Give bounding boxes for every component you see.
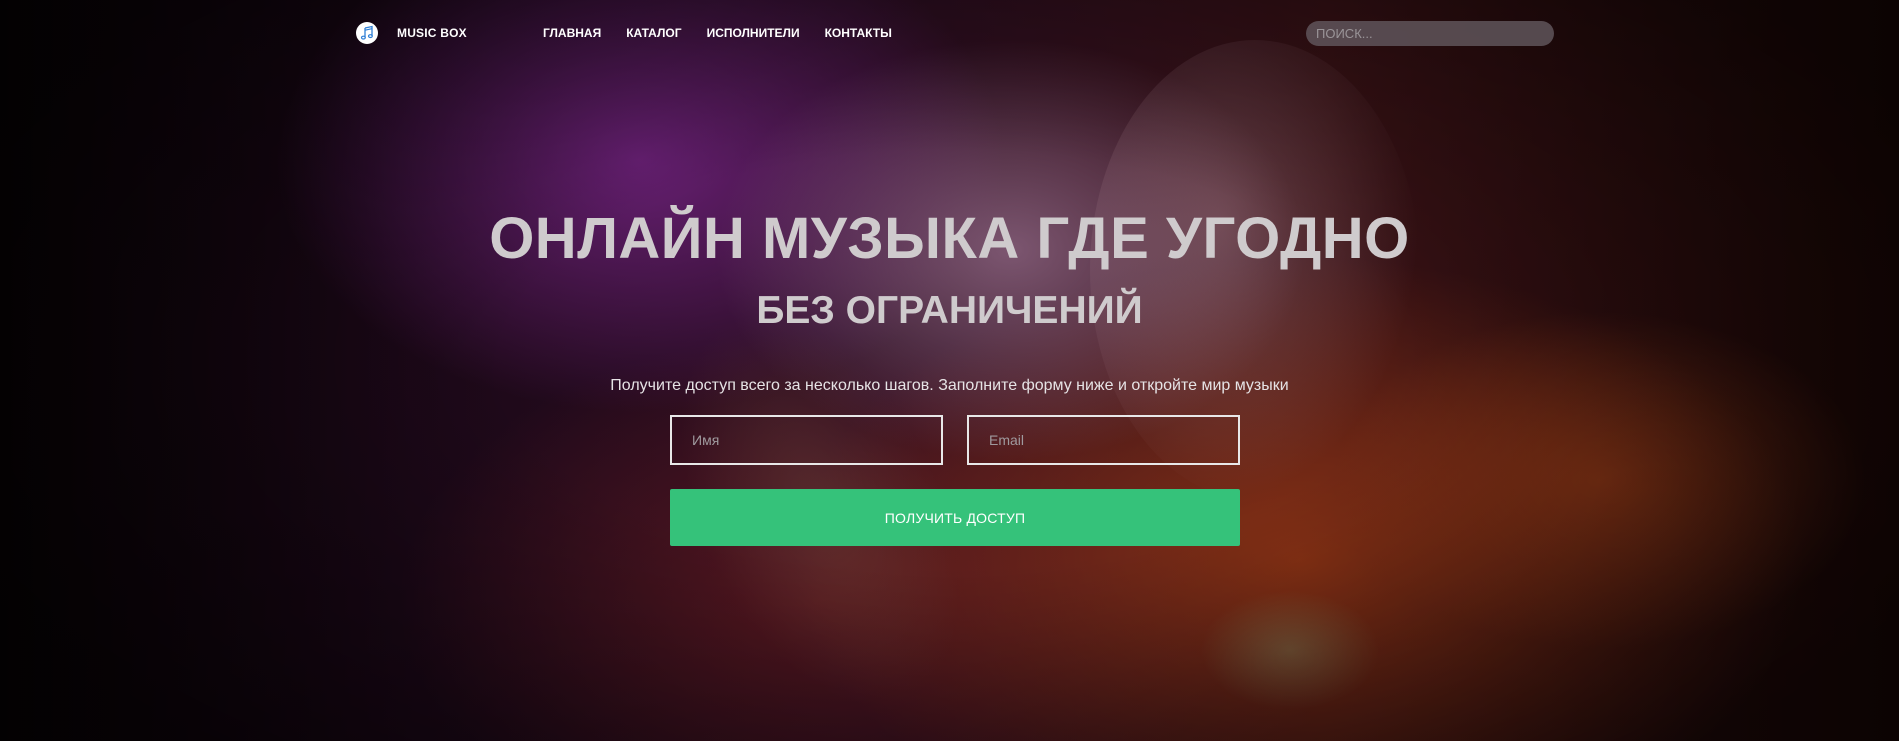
hero-section: MUSIC BOX ГЛАВНАЯ КАТАЛОГ ИСПОЛНИТЕЛИ КО…	[0, 0, 1899, 741]
main-nav: ГЛАВНАЯ КАТАЛОГ ИСПОЛНИТЕЛИ КОНТАКТЫ	[543, 26, 892, 40]
navbar: MUSIC BOX ГЛАВНАЯ КАТАЛОГ ИСПОЛНИТЕЛИ КО…	[0, 0, 1899, 66]
hero-lead-text: Получите доступ всего за несколько шагов…	[610, 377, 1289, 394]
hero-title: ОНЛАЙН МУЗЫКА ГДЕ УГОДНО	[489, 206, 1410, 271]
hero-subtitle: БЕЗ ОГРАНИЧЕНИЙ	[756, 289, 1143, 332]
brand-name[interactable]: MUSIC BOX	[397, 26, 467, 40]
search-input[interactable]	[1306, 21, 1554, 46]
nav-link-artists[interactable]: ИСПОЛНИТЕЛИ	[707, 26, 800, 40]
name-field[interactable]	[670, 415, 943, 465]
email-field[interactable]	[967, 415, 1240, 465]
nav-link-catalog[interactable]: КАТАЛОГ	[626, 26, 681, 40]
background-hand-shape	[1200, 590, 1380, 710]
background-vignette	[0, 0, 1899, 741]
music-note-icon	[360, 25, 373, 40]
logo[interactable]	[356, 22, 378, 44]
nav-link-home[interactable]: ГЛАВНАЯ	[543, 26, 601, 40]
nav-link-contacts[interactable]: КОНТАКТЫ	[825, 26, 892, 40]
get-access-button[interactable]: ПОЛУЧИТЬ ДОСТУП	[670, 489, 1240, 546]
